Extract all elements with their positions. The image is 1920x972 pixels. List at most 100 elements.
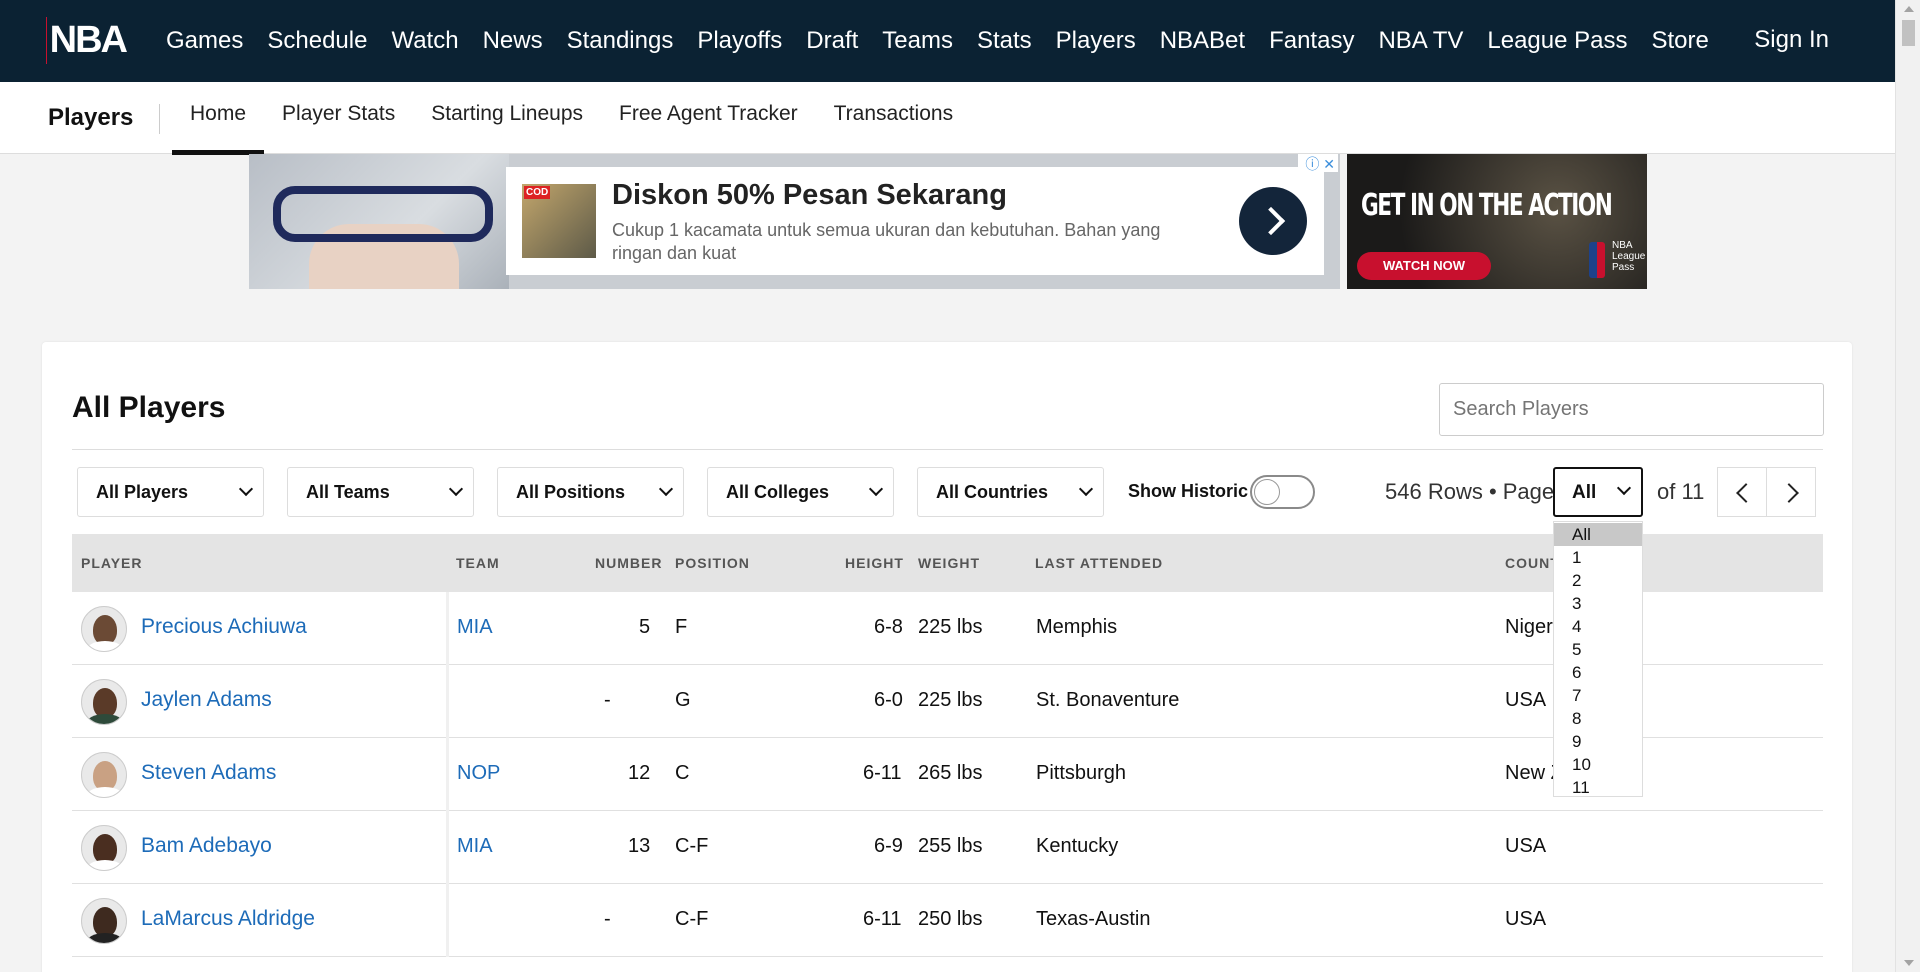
tab-home[interactable]: Home xyxy=(172,82,265,155)
nav-link-watch[interactable]: Watch xyxy=(391,27,458,55)
ad2-watch-now-button[interactable]: WATCH NOW xyxy=(1357,252,1491,280)
player-last-attended: Pittsburgh xyxy=(1036,762,1127,784)
player-name-link[interactable]: Jaylen Adams xyxy=(141,688,272,712)
chevron-down-icon xyxy=(238,481,254,497)
nav-link-players[interactable]: Players xyxy=(1056,27,1136,55)
page-scrollbar[interactable] xyxy=(1895,0,1920,972)
banner-ad-glasses[interactable]: COD Diskon 50% Pesan Sekarang Cukup 1 ka… xyxy=(249,154,1340,289)
show-historic-toggle[interactable] xyxy=(1250,475,1315,509)
page-option-2[interactable]: 2 xyxy=(1554,569,1642,592)
tab-transactions[interactable]: Transactions xyxy=(816,82,971,154)
player-name-link[interactable]: Bam Adebayo xyxy=(141,834,272,858)
col-team[interactable]: TEAM xyxy=(456,555,500,571)
ad-headline[interactable]: Diskon 50% Pesan Sekarang xyxy=(612,179,1007,212)
filter-positions-select[interactable]: All Positions xyxy=(497,467,684,517)
tab-player-stats[interactable]: Player Stats xyxy=(264,82,413,154)
col-weight[interactable]: WEIGHT xyxy=(918,555,980,571)
nba-logo[interactable]: NBA xyxy=(46,17,128,64)
logoman-icon xyxy=(46,17,47,64)
team-link[interactable]: NOP xyxy=(457,762,500,785)
page-option-9[interactable]: 9 xyxy=(1554,730,1642,753)
ad2-brand: NBA League Pass xyxy=(1612,240,1646,273)
page-option-8[interactable]: 8 xyxy=(1554,707,1642,730)
col-height[interactable]: HEIGHT xyxy=(845,555,904,571)
page-option-all[interactable]: All xyxy=(1554,523,1642,546)
next-page-button[interactable] xyxy=(1766,467,1816,517)
filter-teams-select[interactable]: All Teams xyxy=(287,467,474,517)
nav-link-standings[interactable]: Standings xyxy=(567,27,674,55)
player-number: 12 xyxy=(628,762,651,784)
nav-link-news[interactable]: News xyxy=(483,27,543,55)
tab-free-agent-tracker[interactable]: Free Agent Tracker xyxy=(601,82,816,154)
scroll-up-icon[interactable] xyxy=(1904,6,1914,12)
ad-choices-icon[interactable]: ⓘ ✕ xyxy=(1298,154,1338,172)
page-option-5[interactable]: 5 xyxy=(1554,638,1642,661)
nav-link-nbabet[interactable]: NBABet xyxy=(1160,27,1245,55)
player-last-attended: St. Bonaventure xyxy=(1036,689,1180,711)
rows-info: 546 Rows • Page xyxy=(1385,479,1555,504)
player-avatar[interactable] xyxy=(81,825,127,871)
prev-page-button[interactable] xyxy=(1717,467,1767,517)
search-players-input[interactable] xyxy=(1439,383,1824,436)
page-option-4[interactable]: 4 xyxy=(1554,615,1642,638)
player-weight: 225 lbs xyxy=(918,616,983,638)
player-name-link[interactable]: LaMarcus Aldridge xyxy=(141,907,315,931)
col-position[interactable]: POSITION xyxy=(675,555,750,571)
nav-link-fantasy[interactable]: Fantasy xyxy=(1269,27,1354,55)
show-historic-label: Show Historic xyxy=(1128,481,1249,501)
nav-link-store[interactable]: Store xyxy=(1652,27,1709,55)
player-weight: 255 lbs xyxy=(918,835,983,857)
player-last-attended: Texas-Austin xyxy=(1036,908,1151,930)
banner-ad-league-pass[interactable]: GET IN ON THE ACTION WATCH NOW NBA Leagu… xyxy=(1347,154,1647,289)
nav-link-schedule[interactable]: Schedule xyxy=(267,27,367,55)
player-avatar[interactable] xyxy=(81,679,127,725)
player-avatar[interactable] xyxy=(81,752,127,798)
subnav-title: Players xyxy=(48,104,134,131)
page-option-6[interactable]: 6 xyxy=(1554,661,1642,684)
chevron-down-icon xyxy=(448,481,464,497)
ad-card[interactable]: COD Diskon 50% Pesan Sekarang Cukup 1 ka… xyxy=(506,167,1324,275)
nav-link-draft[interactable]: Draft xyxy=(806,27,858,55)
scroll-thumb[interactable] xyxy=(1902,20,1915,46)
nav-link-league-pass[interactable]: League Pass xyxy=(1487,27,1627,55)
player-position: C xyxy=(675,762,690,784)
player-name-link[interactable]: Steven Adams xyxy=(141,761,276,785)
nav-link-stats[interactable]: Stats xyxy=(977,27,1032,55)
page-option-11[interactable]: 11 xyxy=(1554,776,1642,799)
ad-arrow-button[interactable] xyxy=(1239,187,1307,255)
player-number: 13 xyxy=(628,835,651,857)
filter-colleges-select[interactable]: All Colleges xyxy=(707,467,894,517)
nav-link-playoffs[interactable]: Playoffs xyxy=(697,27,782,55)
player-number: - xyxy=(604,689,611,711)
col-player[interactable]: PLAYER xyxy=(81,555,143,571)
filter-countries-select[interactable]: All Countries xyxy=(917,467,1104,517)
filter-players-select[interactable]: All Players xyxy=(77,467,264,517)
table-row: LaMarcus Aldridge - C-F 6-11 250 lbs Tex… xyxy=(72,884,1823,957)
col-number[interactable]: NUMBER xyxy=(595,555,662,571)
page-select-dropdown: All 1 2 3 4 5 6 7 8 9 10 11 xyxy=(1553,521,1643,797)
chevron-down-icon xyxy=(1078,481,1094,497)
page-option-10[interactable]: 10 xyxy=(1554,753,1642,776)
page-select[interactable]: All xyxy=(1553,467,1643,517)
player-position: F xyxy=(675,616,688,638)
page-option-7[interactable]: 7 xyxy=(1554,684,1642,707)
nav-link-nbatv[interactable]: NBA TV xyxy=(1378,27,1463,55)
scroll-down-icon[interactable] xyxy=(1904,960,1914,966)
sign-in-button[interactable]: Sign In xyxy=(1754,26,1829,54)
nav-link-teams[interactable]: Teams xyxy=(882,27,953,55)
team-link[interactable]: MIA xyxy=(457,835,493,858)
tab-starting-lineups[interactable]: Starting Lineups xyxy=(413,82,601,154)
player-avatar[interactable] xyxy=(81,606,127,652)
nav-link-games[interactable]: Games xyxy=(166,27,243,55)
player-country: USA xyxy=(1505,908,1547,930)
player-position: C-F xyxy=(675,908,709,930)
player-weight: 225 lbs xyxy=(918,689,983,711)
page-option-3[interactable]: 3 xyxy=(1554,592,1642,615)
team-link[interactable]: MIA xyxy=(457,616,493,639)
col-last-attended[interactable]: LAST ATTENDED xyxy=(1035,555,1163,571)
filter-colleges-value: All Colleges xyxy=(726,482,830,502)
player-avatar[interactable] xyxy=(81,898,127,944)
player-country: USA xyxy=(1505,689,1547,711)
player-name-link[interactable]: Precious Achiuwa xyxy=(141,615,307,639)
page-option-1[interactable]: 1 xyxy=(1554,546,1642,569)
